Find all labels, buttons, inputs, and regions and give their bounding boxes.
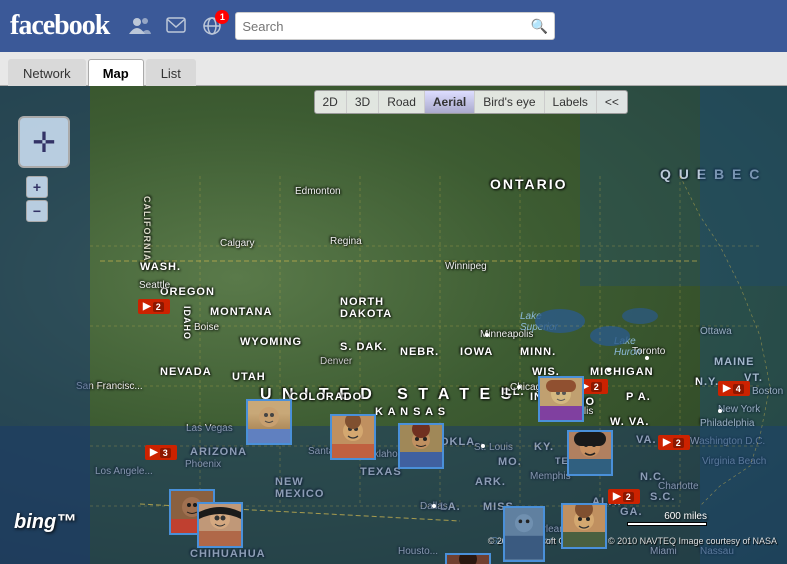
- profile-face-4: [540, 378, 582, 420]
- profile-pin-5[interactable]: [567, 430, 613, 476]
- pin-count: 3: [160, 448, 171, 458]
- friends-icon[interactable]: [127, 14, 153, 38]
- pin-count: 2: [673, 438, 684, 448]
- search-icon: 🔍: [531, 18, 548, 35]
- messages-icon[interactable]: [163, 14, 189, 38]
- profile-pin-la2[interactable]: [197, 502, 243, 548]
- toolbar-3d[interactable]: 3D: [347, 91, 379, 113]
- profile-face-houston: [447, 555, 489, 564]
- profile-pin-houston[interactable]: [445, 553, 491, 564]
- facebook-logo: facebook: [10, 10, 109, 42]
- map-container[interactable]: 2D 3D Road Aerial Bird's eye Labels << +…: [0, 86, 787, 564]
- tab-list[interactable]: List: [146, 59, 196, 86]
- tabs-row: Network Map List: [0, 52, 787, 86]
- flag-pin-seattle[interactable]: 2: [138, 299, 170, 314]
- toolbar-2d[interactable]: 2D: [315, 91, 347, 113]
- map-svg: [0, 86, 787, 564]
- dot-toronto: [645, 356, 649, 360]
- profile-face-la2: [199, 504, 241, 546]
- zoom-out[interactable]: −: [26, 200, 48, 222]
- pin-count: 4: [733, 384, 744, 394]
- profile-pin-1[interactable]: [246, 399, 292, 445]
- profile-face-2: [332, 416, 374, 458]
- app-header: facebook 1 🔍: [0, 0, 787, 52]
- zoom-in[interactable]: +: [26, 176, 48, 198]
- dot-detroit: [607, 368, 611, 372]
- globe-icon[interactable]: 1: [199, 14, 225, 38]
- profile-pin-2[interactable]: [330, 414, 376, 460]
- pin-count: 2: [153, 302, 164, 312]
- profile-face-1: [248, 401, 290, 443]
- bing-logo: bing™: [14, 511, 76, 534]
- dot-chicago: [517, 385, 521, 389]
- tab-map[interactable]: Map: [88, 59, 144, 86]
- tab-network[interactable]: Network: [8, 59, 86, 86]
- notification-badge: 1: [215, 10, 229, 24]
- scale-bar-graphic: [627, 522, 707, 526]
- flag-pin-charlotte[interactable]: 2: [608, 489, 640, 504]
- profile-pin-4[interactable]: [538, 376, 584, 422]
- navigation-control[interactable]: [18, 116, 70, 168]
- scale-bar: 600 miles: [627, 511, 707, 526]
- search-bar[interactable]: 🔍: [235, 12, 555, 40]
- toolbar-aerial[interactable]: Aerial: [425, 91, 475, 113]
- toolbar-collapse[interactable]: <<: [597, 91, 627, 113]
- profile-face-miss: [505, 508, 543, 560]
- profile-face-5: [569, 432, 611, 474]
- profile-face-ala: [563, 505, 605, 547]
- flag-pin-new-york[interactable]: 4: [718, 381, 750, 396]
- toolbar-birdseye[interactable]: Bird's eye: [475, 91, 544, 113]
- profile-pin-miss[interactable]: [503, 506, 545, 562]
- toolbar-labels[interactable]: Labels: [545, 91, 597, 113]
- dot-st-louis: [481, 444, 485, 448]
- scale-label: 600 miles: [664, 511, 707, 522]
- zoom-controls: + −: [26, 176, 48, 224]
- search-input[interactable]: [242, 19, 531, 34]
- toolbar-road[interactable]: Road: [379, 91, 425, 113]
- profile-pin-ala[interactable]: [561, 503, 607, 549]
- dot-minneapolis: [485, 333, 489, 337]
- flag-pin-california[interactable]: 3: [145, 445, 177, 460]
- pin-count: 2: [591, 382, 602, 392]
- profile-face-3: [400, 425, 442, 467]
- flag-pin-dc[interactable]: 2: [658, 435, 690, 450]
- dot-new-york: [718, 409, 722, 413]
- map-toolbar: 2D 3D Road Aerial Bird's eye Labels <<: [314, 90, 628, 114]
- pin-count: 2: [623, 492, 634, 502]
- profile-pin-3[interactable]: [398, 423, 444, 469]
- dot-dallas: [432, 504, 436, 508]
